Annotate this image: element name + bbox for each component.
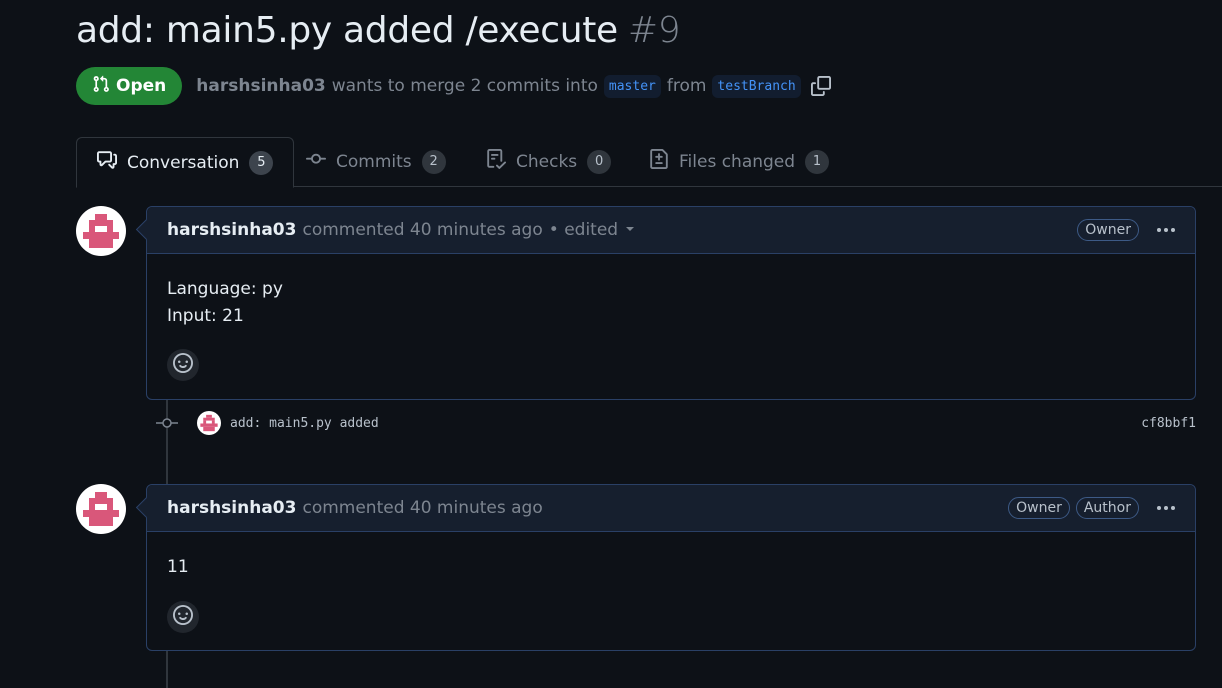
- page-title: add: main5.py added /execute #9: [76, 10, 681, 51]
- tab-checks[interactable]: Checks 0: [486, 137, 612, 186]
- owner-badge: Owner: [1008, 497, 1070, 519]
- comment-author-link[interactable]: harshsinha03: [167, 220, 296, 240]
- commit-row: add: main5.py added cf8bbf1: [156, 408, 1196, 438]
- comment-line: Input: 21: [167, 306, 244, 326]
- tab-counter: 0: [587, 149, 612, 174]
- commit-message-link[interactable]: add: main5.py added: [230, 416, 379, 431]
- pr-meta: Open harshsinha03 wants to merge 2 commi…: [76, 66, 831, 106]
- avatar[interactable]: [76, 206, 126, 256]
- tab-label: Conversation: [127, 152, 240, 173]
- avatar[interactable]: [76, 484, 126, 534]
- tab-label: Commits: [336, 151, 412, 172]
- smiley-icon: [173, 604, 193, 630]
- base-branch-link[interactable]: master: [603, 74, 661, 98]
- pr-tabs: Conversation 5 Commits 2 Checks 0 Files …: [76, 137, 1222, 188]
- edited-label: • edited: [548, 220, 619, 240]
- tab-commits[interactable]: Commits 2: [306, 137, 446, 186]
- tab-label: Checks: [516, 151, 578, 172]
- commit-icon: [306, 149, 326, 174]
- comment-line: 11: [167, 557, 189, 577]
- comment-header: harshsinha03 commented 40 minutes ago • …: [147, 207, 1195, 254]
- tab-counter: 1: [805, 149, 830, 174]
- comment-body: 11: [147, 532, 1195, 633]
- pr-number: #9: [627, 10, 681, 51]
- kebab-menu-icon[interactable]: [1157, 506, 1175, 510]
- from-text: from: [666, 76, 707, 96]
- edited-dropdown[interactable]: • edited: [549, 220, 636, 240]
- conversation-icon: [97, 150, 117, 175]
- head-branch-link[interactable]: testBranch: [712, 74, 801, 98]
- commit-avatar[interactable]: [197, 411, 221, 435]
- comment-timestamp[interactable]: commented 40 minutes ago: [302, 498, 542, 518]
- comment-box: harshsinha03 commented 40 minutes ago Ow…: [135, 484, 1196, 651]
- tab-counter: 2: [421, 149, 446, 174]
- caret-down-icon: [624, 220, 636, 240]
- author-badge: Author: [1075, 497, 1139, 519]
- copy-icon[interactable]: [810, 76, 831, 96]
- comment-header: harshsinha03 commented 40 minutes ago Ow…: [147, 485, 1195, 532]
- state-badge: Open: [76, 67, 183, 105]
- add-reaction-button[interactable]: [167, 349, 199, 381]
- tab-label: Files changed: [679, 151, 796, 172]
- owner-badge: Owner: [1077, 219, 1139, 241]
- pr-title: add: main5.py added /execute: [76, 10, 618, 51]
- kebab-menu-icon[interactable]: [1157, 228, 1175, 232]
- commit-icon: [156, 415, 178, 431]
- tab-files-changed[interactable]: Files changed 1: [649, 137, 830, 186]
- diff-icon: [649, 149, 669, 174]
- comment-box: harshsinha03 commented 40 minutes ago • …: [135, 206, 1196, 400]
- tab-conversation[interactable]: Conversation 5: [76, 137, 295, 188]
- tab-counter: 5: [249, 150, 274, 175]
- pr-author-link[interactable]: harshsinha03: [196, 76, 325, 96]
- comment-line: Language: py: [167, 279, 283, 299]
- comment-body: Language: py Input: 21: [147, 254, 1195, 381]
- state-label: Open: [116, 76, 167, 96]
- pull-request-icon: [92, 75, 110, 98]
- add-reaction-button[interactable]: [167, 601, 199, 633]
- checklist-icon: [486, 149, 507, 174]
- commit-sha-link[interactable]: cf8bbf1: [1141, 416, 1196, 431]
- smiley-icon: [173, 352, 193, 378]
- comment-timestamp[interactable]: commented 40 minutes ago: [302, 220, 542, 240]
- merge-text: wants to merge 2 commits into: [331, 76, 598, 96]
- comment-author-link[interactable]: harshsinha03: [167, 498, 296, 518]
